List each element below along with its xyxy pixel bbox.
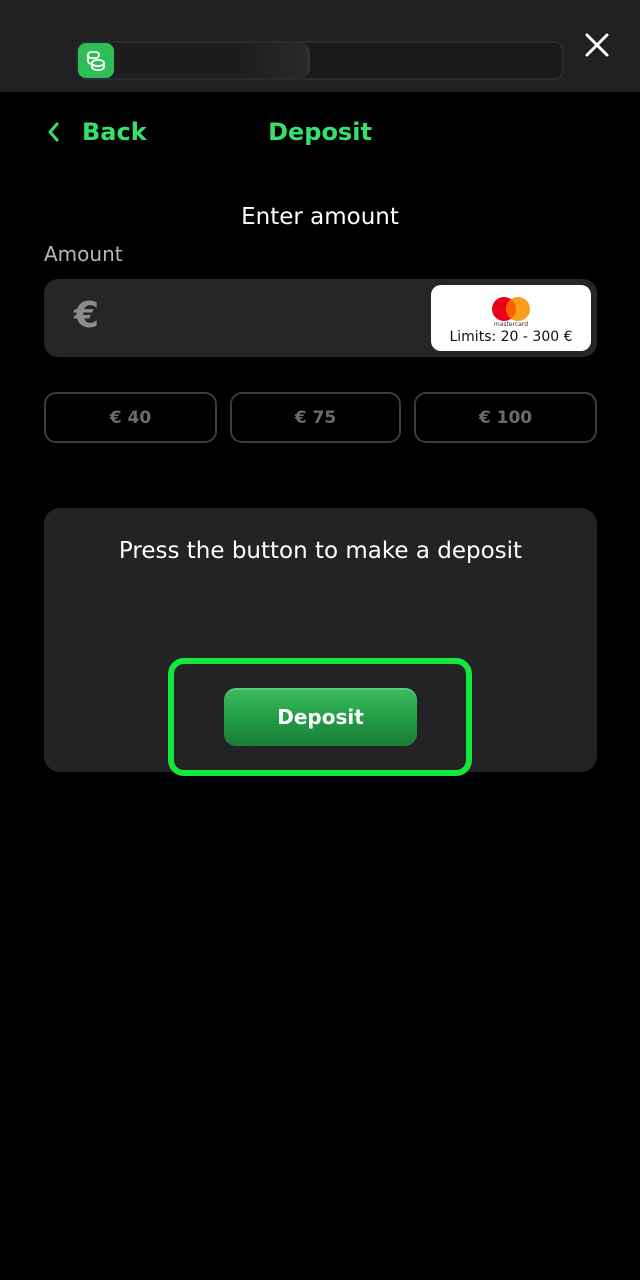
page-title: Deposit [268,118,372,146]
close-icon [585,33,609,57]
preset-button[interactable]: € 100 [414,392,597,443]
top-bar [0,0,640,92]
preset-button[interactable]: € 40 [44,392,217,443]
amount-field[interactable] [124,293,424,343]
enter-amount-heading: Enter amount [241,204,399,230]
nav-bar: Back Deposit [0,110,640,160]
mastercard-logo-icon [492,297,530,321]
deposit-button[interactable]: Deposit [224,688,417,746]
deposit-instructions: Press the button to make a deposit [118,538,523,564]
limits-text: Limits: 20 - 300 € [449,329,573,345]
card-brand-text: mastercard [493,321,529,328]
amount-label: Amount [44,242,123,266]
euro-icon: € [74,295,100,336]
card-method: mastercard Limits: 20 - 300 € [431,285,591,351]
close-button[interactable] [580,28,614,62]
preset-amounts: € 40 € 75 € 100 [44,392,597,443]
coins-icon [78,43,114,78]
preset-button[interactable]: € 75 [230,392,401,443]
progress-bar [76,41,564,80]
amount-input-container[interactable]: € mastercard Limits: 20 - 300 € [44,279,597,357]
